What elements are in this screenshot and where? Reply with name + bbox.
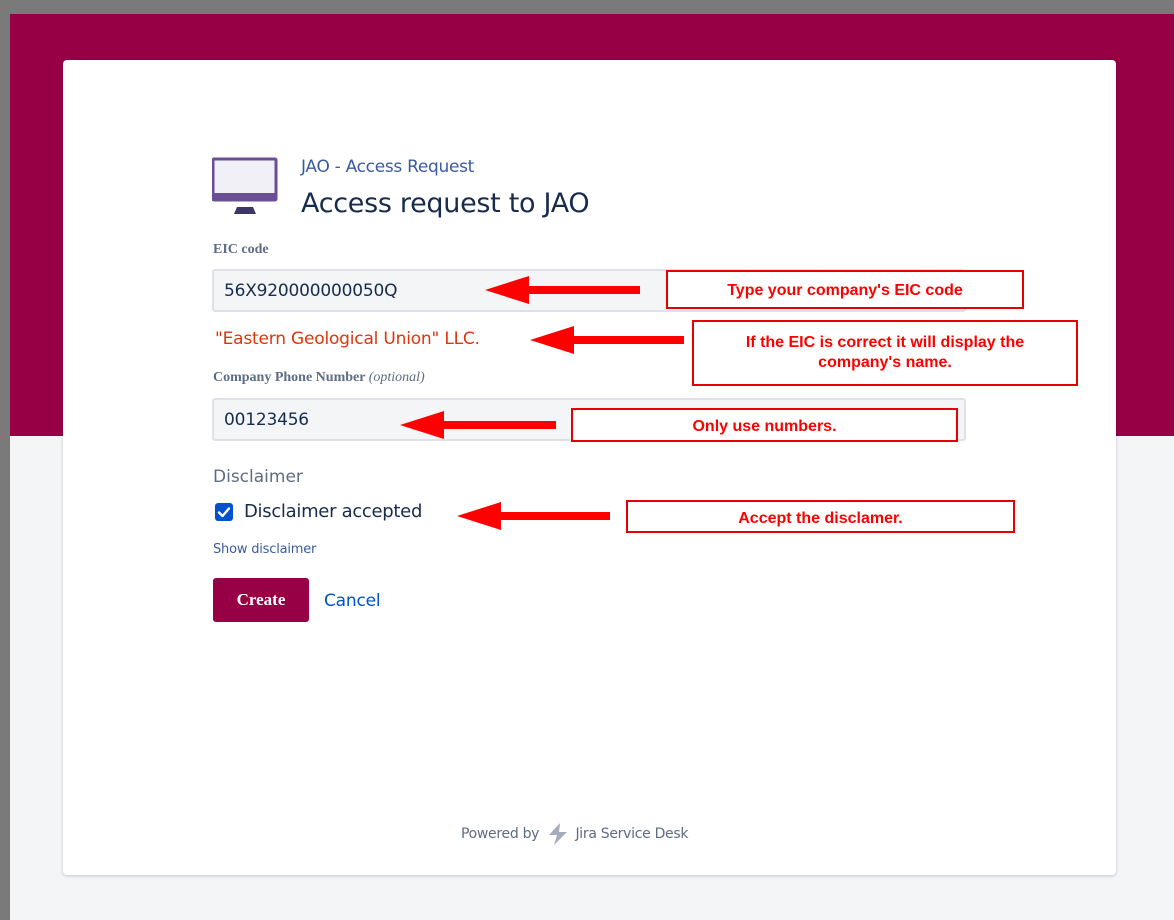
window-frame-left	[0, 0, 10, 920]
optional-hint: (optional)	[368, 370, 425, 385]
powered-by-footer: Powered by Jira Service Desk	[461, 822, 688, 846]
monitor-icon	[212, 157, 278, 214]
powered-by-text: Powered by	[461, 826, 540, 842]
cancel-button[interactable]: Cancel	[324, 591, 381, 611]
callout-phone-number: Only use numbers.	[571, 408, 958, 442]
page-title: Access request to JAO	[301, 188, 590, 219]
disclaimer-section-label: Disclaimer	[213, 467, 303, 487]
company-name-text: "Eastern Geological Union" LLC.	[215, 329, 480, 349]
eic-code-label: EIC code	[213, 242, 269, 257]
callout-company-name: If the EIC is correct it will display th…	[692, 320, 1078, 386]
checkmark-icon	[217, 507, 231, 518]
breadcrumb-request-type[interactable]: JAO - Access Request	[301, 157, 474, 177]
arrow-left-icon	[457, 502, 610, 530]
show-disclaimer-link[interactable]: Show disclaimer	[213, 542, 316, 557]
disclaimer-checkbox-label[interactable]: Disclaimer accepted	[244, 501, 422, 522]
create-button[interactable]: Create	[213, 578, 309, 622]
window-frame-top	[0, 0, 1174, 14]
arrow-left-icon	[485, 276, 640, 304]
callout-company-name-line1: If the EIC is correct it will display th…	[745, 334, 1025, 351]
jira-bolt-icon	[549, 823, 568, 845]
callout-disclaimer: Accept the disclamer.	[626, 500, 1015, 533]
arrow-left-icon	[400, 411, 556, 439]
phone-number-label-text: Company Phone Number	[213, 370, 366, 385]
product-name[interactable]: Jira Service Desk	[575, 826, 688, 842]
disclaimer-checkbox[interactable]	[215, 503, 233, 521]
phone-number-label: Company Phone Number (optional)	[213, 370, 425, 386]
arrow-left-icon	[530, 326, 684, 354]
callout-eic-code: Type your company's EIC code	[666, 270, 1024, 309]
callout-company-name-line2: company's name.	[818, 354, 952, 371]
